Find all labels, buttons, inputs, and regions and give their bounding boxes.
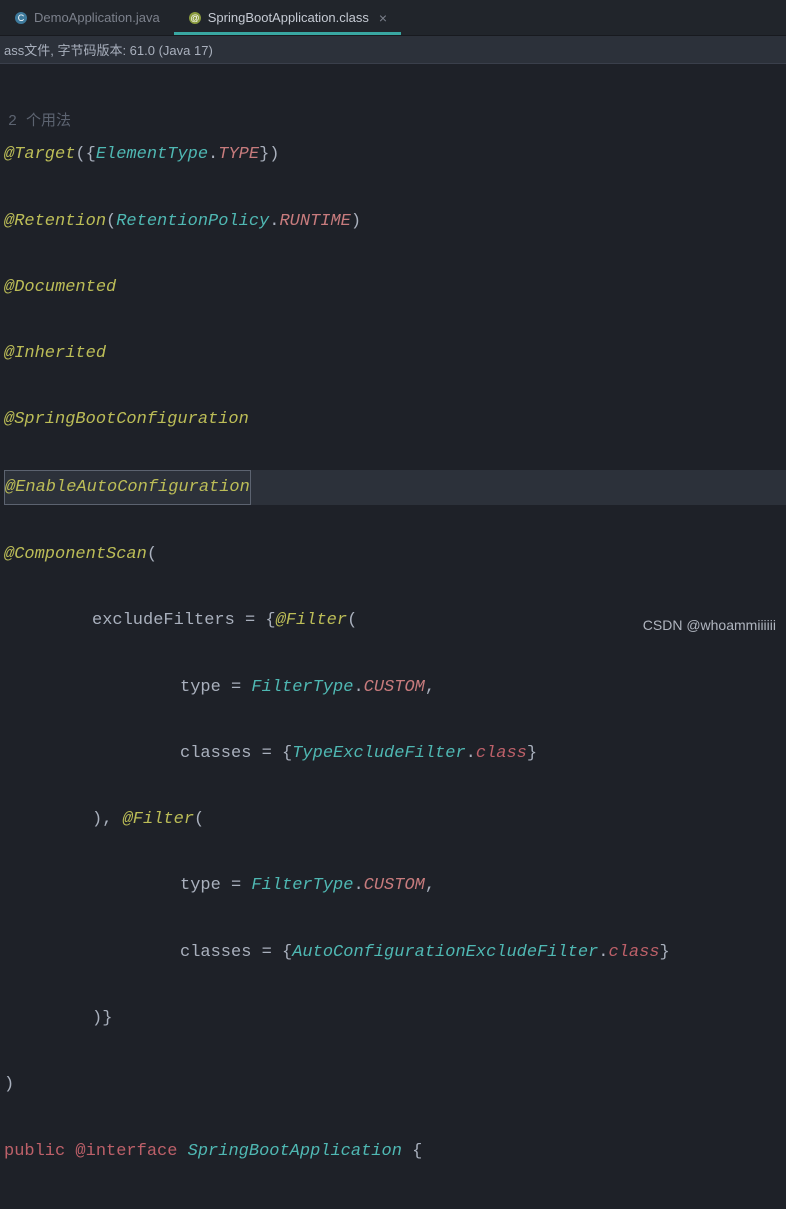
tab-label: SpringBootApplication.class	[208, 10, 369, 25]
code-line: @Inherited	[4, 337, 786, 370]
annotation-icon: @	[188, 11, 202, 25]
code-line: )	[4, 1068, 786, 1101]
code-editor[interactable]: 2 个用法 @Target({ElementType.TYPE}) @Reten…	[0, 64, 786, 1209]
code-line: @Retention(RetentionPolicy.RUNTIME)	[4, 205, 786, 238]
watermark: CSDN @whoammiiiiii	[643, 617, 776, 633]
svg-text:@: @	[190, 13, 199, 23]
code-line: ), @Filter(	[4, 803, 786, 836]
bytecode-info: ass文件, 字节码版本: 61.0 (Java 17)	[4, 40, 213, 59]
svg-text:C: C	[18, 13, 25, 23]
code-line: type = FilterType.CUSTOM,	[4, 869, 786, 902]
tab-bar: C DemoApplication.java @ SpringBootAppli…	[0, 0, 786, 36]
code-line: @SpringBootConfiguration	[4, 403, 786, 436]
code-line: classes = {TypeExcludeFilter.class}	[4, 737, 786, 770]
code-line: )}	[4, 1002, 786, 1035]
code-line-highlighted: @EnableAutoConfiguration	[4, 470, 786, 505]
java-class-icon: C	[14, 11, 28, 25]
tab-demo-application[interactable]: C DemoApplication.java	[0, 0, 174, 35]
code-line: type = FilterType.CUSTOM,	[4, 671, 786, 704]
tab-label: DemoApplication.java	[34, 10, 160, 25]
code-line: @ComponentScan(	[4, 538, 786, 571]
code-line: public @interface SpringBootApplication …	[4, 1135, 786, 1168]
usage-hint[interactable]: 2 个用法	[4, 113, 71, 130]
tab-springboot-application[interactable]: @ SpringBootApplication.class ×	[174, 0, 401, 35]
close-icon[interactable]: ×	[379, 10, 387, 26]
info-bar: ass文件, 字节码版本: 61.0 (Java 17)	[0, 36, 786, 64]
code-line: classes = {AutoConfigurationExcludeFilte…	[4, 936, 786, 969]
code-line: @Documented	[4, 271, 786, 304]
code-line: @Target({ElementType.TYPE})	[4, 138, 786, 171]
